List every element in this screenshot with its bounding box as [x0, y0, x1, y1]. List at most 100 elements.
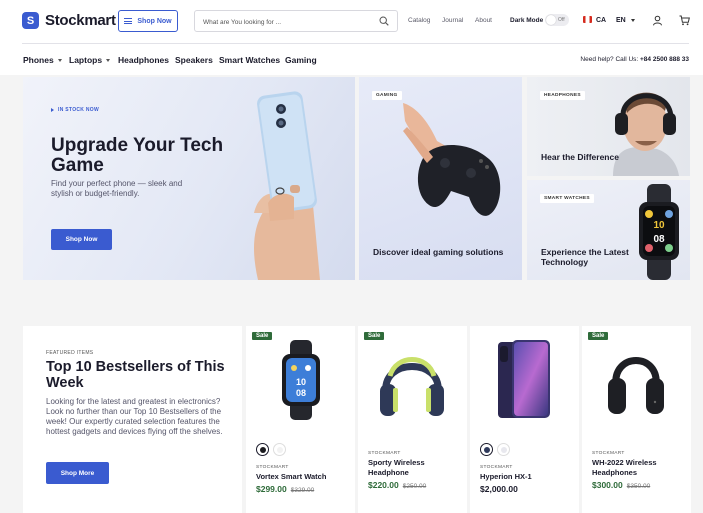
- headphones-tile[interactable]: HEADPHONES Hear the Difference: [527, 77, 690, 176]
- product-price: $300.00 $350.00: [592, 480, 650, 490]
- old-price: $329.00: [290, 487, 315, 494]
- category-nav: Phones Laptops Headphones Speakers Smart…: [0, 44, 703, 75]
- color-swatches: [480, 443, 510, 456]
- product-card-vortex-watch[interactable]: Sale 10 08 STOCKMART Vortex Smart Watch …: [246, 326, 355, 513]
- search-input[interactable]: [203, 12, 373, 33]
- game-controller-image: [403, 103, 501, 216]
- product-brand: STOCKMART: [368, 451, 401, 456]
- logo-icon: S: [22, 12, 39, 29]
- current-price: $220.00: [368, 480, 399, 490]
- svg-text:08: 08: [296, 388, 306, 398]
- headphone-image: [380, 357, 444, 416]
- gaming-tile[interactable]: GAMING Discover ideal gaming solutions: [359, 77, 522, 280]
- shop-now-menu-button[interactable]: Shop Now: [118, 10, 178, 32]
- hero-shop-now-button[interactable]: Shop Now: [51, 229, 112, 250]
- product-brand: STOCKMART: [592, 451, 625, 456]
- nav-item-laptops[interactable]: Laptops: [69, 55, 111, 65]
- help-phone[interactable]: +84 2500 888 33: [640, 56, 689, 63]
- product-price: $220.00 $250.00: [368, 480, 426, 490]
- search-icon[interactable]: [379, 16, 389, 26]
- nav-label: Phones: [23, 55, 54, 65]
- product-name[interactable]: Vortex Smart Watch: [256, 472, 351, 482]
- color-swatches: [256, 443, 286, 456]
- featured-eyebrow: FEATURED ITEMS: [46, 350, 94, 356]
- svg-text:10: 10: [296, 377, 306, 387]
- nav-item-phones[interactable]: Phones: [23, 55, 62, 65]
- dark-mode-toggle[interactable]: Off: [545, 14, 569, 26]
- smart-watch-image: 10 08: [639, 184, 679, 280]
- nav-label: Gaming: [285, 55, 317, 65]
- hero-banner: IN STOCK NOW Upgrade Your Tech Game Find…: [23, 77, 355, 280]
- headphones-title: Hear the Difference: [541, 152, 619, 162]
- product-name[interactable]: Sporty Wireless Headphone: [368, 458, 463, 478]
- chevron-down-icon: [57, 58, 62, 62]
- old-price: $250.00: [402, 483, 427, 490]
- old-price: $350.00: [626, 483, 651, 490]
- current-price: $299.00: [256, 484, 287, 494]
- nav-label: Speakers: [175, 55, 213, 65]
- svg-text:08: 08: [653, 234, 665, 245]
- gaming-title: Discover ideal gaming solutions: [373, 247, 504, 257]
- bestsellers-body: Looking for the latest and greatest in e…: [46, 397, 223, 436]
- nav-item-smart-watches[interactable]: Smart Watches: [219, 55, 280, 65]
- user-icon[interactable]: [652, 15, 663, 26]
- smart-watches-tile[interactable]: 10 08 SMART WATCHES Experience the Lates…: [527, 180, 690, 280]
- sale-badge: Sale: [252, 332, 273, 340]
- product-brand: STOCKMART: [480, 465, 513, 470]
- hero-subtitle: Find your perfect phone — sleek and styl…: [51, 179, 183, 198]
- nav-item-gaming[interactable]: Gaming: [285, 55, 317, 65]
- nav-label: Smart Watches: [219, 55, 281, 65]
- smart-watches-title: Experience the Latest Technology: [541, 247, 629, 267]
- nav-item-speakers[interactable]: Speakers: [175, 55, 213, 65]
- product-name[interactable]: Hyperion HX-1: [480, 472, 575, 482]
- in-stock-badge: IN STOCK NOW: [51, 107, 99, 113]
- product-card-wh2022[interactable]: Sale STOCKMART WH-2022 Wireless Headphon…: [582, 326, 691, 513]
- phone-image: [498, 340, 550, 418]
- sale-badge: Sale: [364, 332, 385, 340]
- swatch-navy[interactable]: [480, 443, 493, 456]
- shop-more-button[interactable]: Shop More: [46, 462, 109, 484]
- chevron-down-icon: [106, 58, 111, 62]
- help-contact: Need help? Call Us: +84 2500 888 33: [580, 56, 689, 63]
- in-stock-label: IN STOCK NOW: [58, 107, 100, 113]
- bestsellers-panel: FEATURED ITEMS Top 10 Bestsellers of Thi…: [23, 326, 242, 513]
- watch-image: 10 08: [282, 340, 320, 420]
- chevron-down-icon[interactable]: [631, 19, 635, 22]
- nav-item-headphones[interactable]: Headphones: [118, 55, 169, 65]
- shop-now-label: Shop Now: [137, 17, 172, 25]
- logo[interactable]: S Stockmart: [22, 12, 116, 29]
- sale-badge: Sale: [588, 332, 609, 340]
- menu-icon: [124, 18, 133, 24]
- product-name[interactable]: WH-2022 Wireless Headphones: [592, 458, 687, 478]
- help-text: Need help? Call Us:: [580, 56, 639, 63]
- country-selector[interactable]: CA: [596, 17, 606, 24]
- toggle-state: Off: [558, 17, 565, 23]
- current-price: $300.00: [592, 480, 623, 490]
- hero-title: Upgrade Your Tech Game: [51, 135, 224, 176]
- svg-text:10: 10: [653, 220, 665, 231]
- logo-text: Stockmart: [45, 12, 116, 29]
- headphones-badge: HEADPHONES: [540, 91, 585, 100]
- gaming-badge: GAMING: [372, 91, 402, 100]
- link-about[interactable]: About: [475, 17, 492, 24]
- dark-mode-label: Dark Mode: [510, 17, 544, 24]
- top-header: S Stockmart Shop Now Catalog Journal Abo…: [0, 0, 703, 44]
- canada-flag-icon[interactable]: [583, 16, 592, 23]
- nav-label: Laptops: [69, 55, 103, 65]
- toggle-knob: [546, 15, 556, 25]
- swatch-white[interactable]: [273, 443, 286, 456]
- swatch-white[interactable]: [497, 443, 510, 456]
- cart-icon[interactable]: [679, 15, 690, 26]
- smart-watches-badge: SMART WATCHES: [540, 194, 594, 203]
- nav-label: Headphones: [118, 55, 170, 65]
- link-catalog[interactable]: Catalog: [408, 17, 430, 24]
- bestsellers-title: Top 10 Bestsellers of This Week: [46, 359, 225, 391]
- swatch-black[interactable]: [256, 443, 269, 456]
- headphones-image: [608, 357, 664, 414]
- product-card-hyperion-hx1[interactable]: STOCKMART Hyperion HX-1 $2,000.00: [470, 326, 579, 513]
- product-card-sporty-headphone[interactable]: Sale STOCKMART Sporty Wireless Headphone…: [358, 326, 467, 513]
- product-price: $299.00 $329.00: [256, 484, 314, 494]
- product-price: $2,000.00: [480, 484, 518, 494]
- link-journal[interactable]: Journal: [442, 17, 463, 24]
- language-selector[interactable]: EN: [616, 17, 626, 24]
